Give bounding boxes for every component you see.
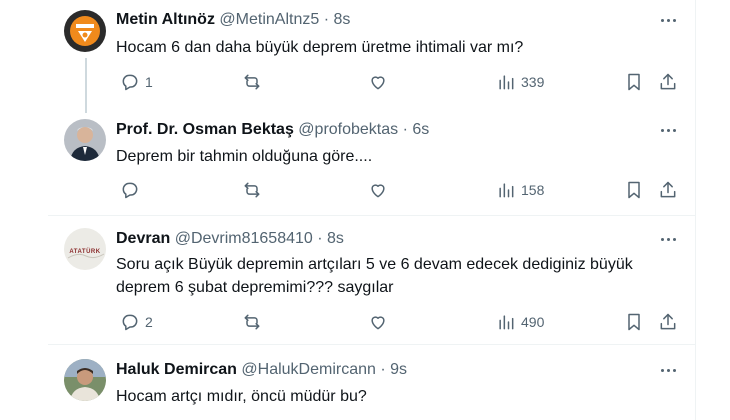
tweet-text: Soru açık Büyük depremin artçıları 5 ve … [116,253,656,299]
more-icon[interactable] [658,229,678,249]
tweet-header: Devran @Devrim81658410 · 8s [116,229,344,249]
bookmark-button[interactable] [624,179,644,201]
bookmark-icon [628,313,640,331]
views-button[interactable]: 490 [496,311,544,333]
like-icon [371,76,385,90]
timestamp[interactable]: 8s [333,11,350,28]
reply-count: 2 [145,314,153,330]
tweet-3[interactable]: ATATÜRK Devran @Devrim81658410 · 8s Soru… [48,216,696,344]
tweet-1[interactable]: Metin Altınöz @MetinAltnz5 · 8s Hocam 6 … [48,0,696,113]
share-icon [660,313,676,330]
tweet-text: Hocam artçı mıdır, öncü müdür bu? [116,388,367,405]
tweet-4[interactable]: Haluk Demircan @HalukDemircann · 9s Hoca… [48,345,696,420]
tweet-feed: Metin Altınöz @MetinAltnz5 · 8s Hocam 6 … [48,0,696,420]
more-icon[interactable] [658,120,678,140]
share-icon [660,73,676,90]
views-button[interactable]: 339 [496,71,544,93]
avatar[interactable] [64,10,106,52]
like-icon [371,184,385,198]
avatar[interactable] [64,119,106,161]
views-icon [499,75,514,90]
view-count: 490 [521,314,545,330]
separator: · [402,121,408,138]
retweet-icon [244,314,260,330]
tweet-header: Prof. Dr. Osman Bektaş @profobektas · 6s [116,120,429,140]
bookmark-icon [628,181,640,199]
view-count: 158 [521,182,545,198]
retweet-button[interactable] [242,71,267,93]
like-icon [371,316,385,330]
reply-icon [122,182,138,199]
reply-button[interactable]: 1 [120,71,153,93]
author-handle[interactable]: @Devrim81658410 [175,230,313,247]
more-icon[interactable] [658,360,678,380]
tweet-text-line: deprem 6 şubat depremimi??? saygılar [116,279,394,296]
like-button[interactable] [368,311,393,333]
timestamp[interactable]: 8s [327,230,344,247]
tweet-header: Haluk Demircan @HalukDemircann · 9s [116,360,407,380]
like-button[interactable] [368,179,393,201]
timestamp[interactable]: 6s [412,121,429,138]
author-name[interactable]: Metin Altınöz [116,11,215,28]
tweet-2[interactable]: Prof. Dr. Osman Bektaş @profobektas · 6s… [48,112,696,215]
share-button[interactable] [658,71,678,93]
timestamp[interactable]: 9s [390,361,407,378]
retweet-button[interactable] [242,179,267,201]
avatar-signature: ATATÜRK [69,248,100,255]
tweet-actions: 1 339 [104,71,696,93]
tweet-text: Deprem bir tahmin olduğuna göre.... [116,148,373,165]
separator: · [380,361,386,378]
reply-count: 1 [145,74,153,90]
tweet-actions: 158 [104,179,696,201]
views-button[interactable]: 158 [496,179,544,201]
author-handle[interactable]: @MetinAltnz5 [219,11,319,28]
bookmark-button[interactable] [624,311,644,333]
thread-connector [85,58,87,113]
reply-icon [122,314,138,331]
views-icon [499,183,514,198]
share-button[interactable] [658,311,678,333]
tweet-actions: 2 490 [104,311,696,333]
author-handle[interactable]: @profobektas [298,121,398,138]
retweet-button[interactable] [242,311,267,333]
view-count: 339 [521,74,545,90]
like-button[interactable] [368,71,393,93]
more-icon[interactable] [658,10,678,30]
reply-button[interactable] [120,179,145,201]
avatar[interactable]: ATATÜRK [64,228,106,270]
share-icon [660,181,676,198]
author-name[interactable]: Prof. Dr. Osman Bektaş [116,121,294,138]
author-name[interactable]: Devran [116,230,170,247]
tweet-header: Metin Altınöz @MetinAltnz5 · 8s [116,10,350,30]
reply-icon [122,74,138,91]
separator: · [317,230,323,247]
author-handle[interactable]: @HalukDemircann [241,361,376,378]
retweet-icon [244,182,260,198]
separator: · [323,11,330,28]
tweet-text: Hocam 6 dan daha büyük deprem üretme iht… [116,39,524,56]
author-name[interactable]: Haluk Demircan [116,361,237,378]
reply-button[interactable]: 2 [120,311,153,333]
bookmark-icon [628,73,640,91]
avatar[interactable] [64,359,106,401]
retweet-icon [244,74,260,90]
views-icon [499,315,514,330]
share-button[interactable] [658,179,678,201]
bookmark-button[interactable] [624,71,644,93]
tweet-text-line: Soru açık Büyük depremin artçıları 5 ve … [116,256,633,273]
